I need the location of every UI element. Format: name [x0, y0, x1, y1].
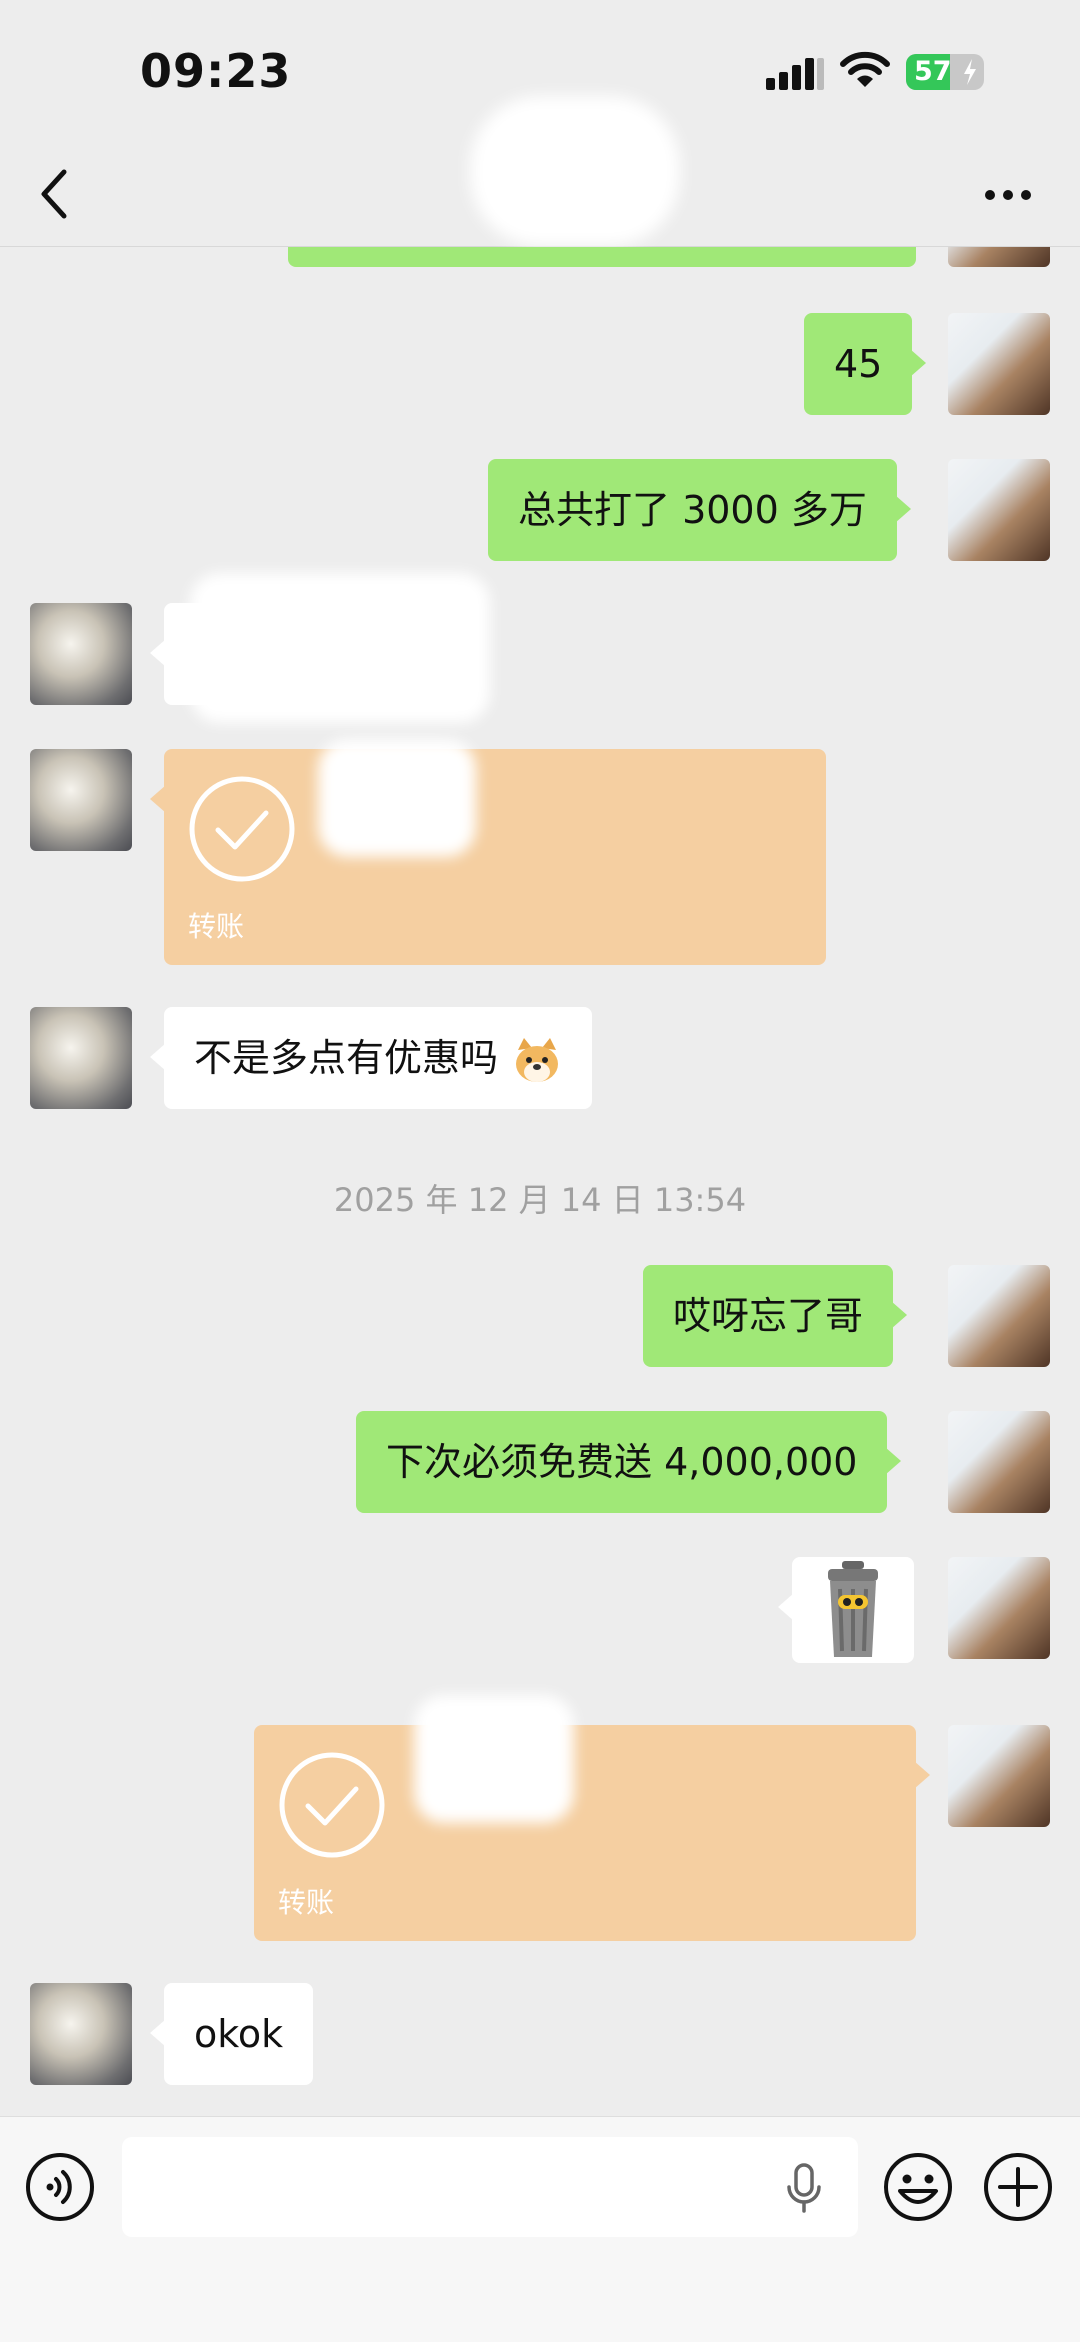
more-dots-icon[interactable]: [984, 188, 1032, 202]
battery-icon: 57: [906, 54, 984, 90]
sticker-message[interactable]: [778, 1557, 914, 1663]
plus-icon[interactable]: [982, 2151, 1054, 2223]
avatar-self[interactable]: [948, 1725, 1050, 1827]
chevron-left-icon[interactable]: [36, 166, 72, 222]
doge-emoji-icon: [516, 1037, 559, 1082]
transfer-label: 转账: [188, 910, 245, 943]
battery-level: 57: [914, 56, 952, 87]
message-bubble-sent[interactable]: 下次必须免费送 4,000,000: [356, 1411, 902, 1513]
redaction-blur: [318, 739, 476, 857]
avatar-self[interactable]: [948, 313, 1050, 415]
voice-icon[interactable]: [24, 2151, 96, 2223]
message-bubble-received[interactable]: 不是多点有优惠吗: [149, 1007, 593, 1109]
chat-area[interactable]: 45 总共打了 3000 多万 转账 不是多点有优惠吗 2025 年 12 月 …: [0, 247, 1080, 2115]
status-time: 09:23: [140, 44, 292, 98]
avatar-contact[interactable]: [30, 1983, 132, 2085]
wifi-icon: [840, 51, 890, 87]
transfer-card[interactable]: 转账: [254, 1725, 930, 1941]
avatar-contact[interactable]: [30, 603, 132, 705]
trash-can-sticker-icon: [828, 1561, 878, 1657]
message-bubble-sent[interactable]: 45: [804, 313, 927, 415]
avatar-self[interactable]: [948, 459, 1050, 561]
transfer-card[interactable]: 转账: [150, 749, 826, 965]
message-bubble-sent[interactable]: 哎呀忘了哥: [643, 1265, 908, 1367]
message-bubble-cut: [288, 247, 916, 267]
microphone-icon[interactable]: [784, 2163, 824, 2215]
emoji-icon[interactable]: [882, 2151, 954, 2223]
avatar-self[interactable]: [948, 1557, 1050, 1659]
chat-title-redacted: [470, 96, 680, 246]
redaction-blur: [414, 1695, 574, 1823]
avatar-contact[interactable]: [30, 1007, 132, 1109]
message-bubble-sent[interactable]: 总共打了 3000 多万: [488, 459, 911, 561]
check-circle-icon: [279, 1752, 385, 1858]
check-circle-icon: [189, 776, 295, 882]
chat-timestamp: 2025 年 12 月 14 日 13:54: [333, 1181, 747, 1219]
avatar-self[interactable]: [948, 247, 1050, 267]
avatar-self[interactable]: [948, 1411, 1050, 1513]
transfer-label: 转账: [278, 1886, 335, 1919]
signal-icon: [766, 58, 824, 90]
message-input[interactable]: [122, 2137, 858, 2237]
redaction-blur: [190, 573, 490, 723]
message-text: 不是多点有优惠吗: [194, 1036, 499, 1080]
input-bar: [0, 2116, 1080, 2342]
message-bubble-received[interactable]: okok: [149, 1983, 314, 2085]
avatar-self[interactable]: [948, 1265, 1050, 1367]
avatar-contact[interactable]: [30, 749, 132, 851]
